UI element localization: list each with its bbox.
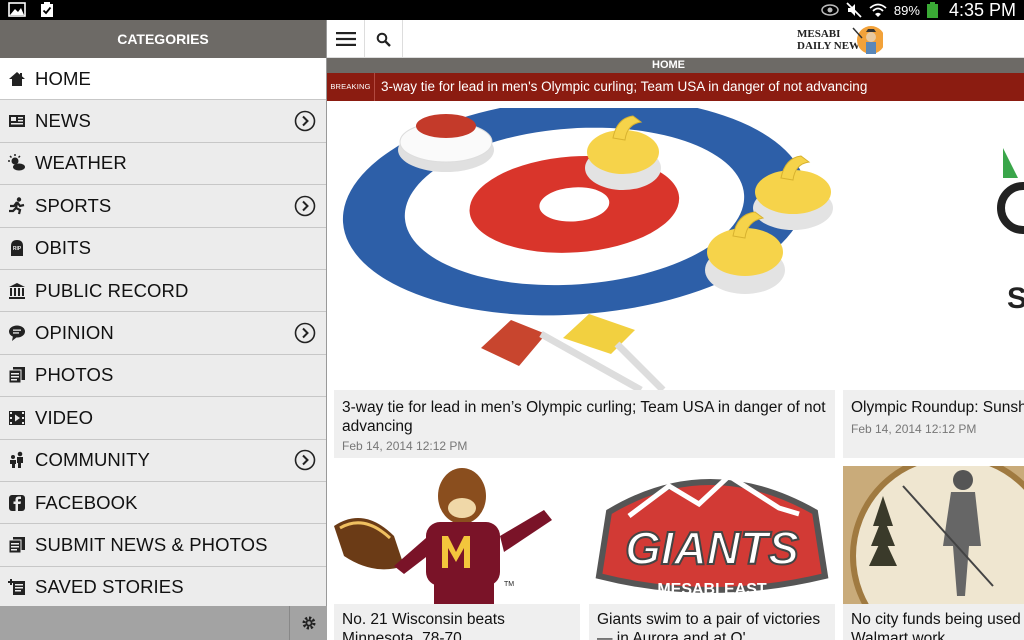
community-icon (10, 451, 23, 469)
hamburger-icon (335, 32, 356, 46)
story-thumbnail-giants[interactable]: GIANTS MESABI EAST (589, 466, 835, 604)
menu-item-facebook[interactable]: FACEBOOK (0, 481, 326, 525)
eye-icon (821, 4, 839, 16)
menu-item-weather[interactable]: WEATHER (0, 142, 326, 186)
chevron-right-circle-icon[interactable] (294, 110, 316, 132)
menu-button[interactable] (327, 20, 365, 58)
settings-button[interactable] (289, 606, 327, 640)
battery-icon (926, 2, 938, 18)
search-icon (376, 32, 391, 47)
menu-item-community[interactable]: COMMUNITY (0, 439, 326, 482)
speech-bubble-icon (9, 325, 25, 342)
search-button[interactable] (365, 20, 403, 58)
story-card-walmart[interactable]: No city funds being used Walmart work (843, 604, 1024, 640)
menu-label: NEWS (35, 110, 91, 132)
main-content: MESABI DAILY NEWS HOME BREAKING 3-way ti… (327, 20, 1024, 640)
story-card-giants[interactable]: Giants swim to a pair of victories — in … (589, 604, 835, 640)
battery-percent: 89% (893, 2, 920, 18)
menu-label: OBITS (35, 237, 92, 259)
menu-item-opinion[interactable]: OPINION (0, 312, 326, 355)
curling-illustration (341, 108, 835, 390)
mute-icon (846, 2, 862, 18)
story-headline[interactable]: Giants swim to a pair of victories — in … (597, 610, 827, 640)
menu-label: SUBMIT NEWS & PHOTOS (35, 533, 268, 555)
breaking-label: BREAKING (327, 73, 375, 101)
menu-label: SAVED STORIES (35, 576, 184, 598)
chevron-right-circle-icon[interactable] (294, 449, 316, 471)
menu-item-public-record[interactable]: PUBLIC RECORD (0, 269, 326, 313)
navigation-drawer: CATEGORIES HOME NEWS WEATHER SPORTS RIP … (0, 20, 327, 640)
svg-text:MESABI EAST: MESABI EAST (657, 581, 767, 598)
weather-icon (8, 154, 25, 171)
menu-label: PUBLIC RECORD (35, 279, 189, 301)
breaking-news-bar[interactable]: BREAKING 3-way tie for lead in men's Oly… (327, 73, 1024, 101)
svg-text:RIP: RIP (13, 246, 22, 252)
olympic-graphic: S (993, 108, 1024, 390)
clipboard-check-icon (41, 2, 53, 17)
story-date: Feb 14, 2014 12:12 PM (342, 439, 468, 453)
menu-label: VIDEO (35, 406, 94, 428)
newspaper-icon (9, 115, 25, 128)
wifi-icon (869, 3, 887, 17)
category-menu: HOME NEWS WEATHER SPORTS RIP OBITS PUBLI… (0, 58, 326, 610)
submit-icon (8, 536, 25, 554)
menu-item-video[interactable]: VIDEO (0, 397, 326, 440)
historic-drawing-image (843, 466, 1024, 604)
menu-item-saved-stories[interactable]: SAVED STORIES (0, 566, 326, 610)
video-icon (9, 410, 25, 425)
chevron-right-circle-icon[interactable] (294, 322, 316, 344)
menu-item-submit-news-photos[interactable]: SUBMIT NEWS & PHOTOS (0, 524, 326, 567)
svg-text:S: S (1007, 282, 1024, 315)
gear-icon (302, 616, 315, 630)
menu-item-news[interactable]: NEWS (0, 100, 326, 143)
gallery-icon (8, 2, 26, 17)
menu-item-home[interactable]: HOME (0, 58, 326, 101)
menu-label: SPORTS (35, 194, 112, 216)
gopher-mascot-image: TM (334, 466, 580, 604)
second-story-image[interactable]: S (993, 108, 1024, 390)
second-story-card[interactable]: Olympic Roundup: Sunsh Feb 14, 2014 12:1… (843, 390, 1024, 458)
menu-item-obits[interactable]: RIP OBITS (0, 227, 326, 270)
drawer-footer (0, 606, 327, 640)
menu-label: PHOTOS (35, 364, 114, 386)
giants-logo-image: GIANTS MESABI EAST (589, 466, 835, 604)
building-icon (9, 282, 25, 299)
story-thumbnail-walmart[interactable] (843, 466, 1024, 604)
menu-label: OPINION (35, 322, 114, 344)
app-top-bar: MESABI DAILY NEWS (327, 20, 1024, 58)
svg-text:GIANTS: GIANTS (625, 522, 799, 574)
lead-story-card[interactable]: 3-way tie for lead in men’s Olympic curl… (334, 390, 835, 458)
photos-icon (8, 367, 25, 384)
masthead-logo[interactable]: MESABI DAILY NEWS (797, 24, 889, 56)
story-thumbnail-gopher[interactable]: TM (334, 466, 580, 604)
saved-icon (8, 579, 25, 596)
facebook-icon (9, 494, 25, 511)
menu-label: FACEBOOK (35, 491, 138, 513)
menu-item-sports[interactable]: SPORTS (0, 185, 326, 228)
chevron-right-circle-icon[interactable] (294, 195, 316, 217)
story-headline[interactable]: 3-way tie for lead in men’s Olympic curl… (342, 398, 827, 436)
tombstone-icon: RIP (11, 240, 23, 257)
svg-text:TM: TM (504, 581, 514, 588)
miner-logo-icon (852, 26, 883, 54)
story-card-wisconsin[interactable]: No. 21 Wisconsin beats Minnesota, 78-70 (334, 604, 580, 640)
story-headline[interactable]: No city funds being used Walmart work (851, 610, 1024, 640)
story-headline[interactable]: No. 21 Wisconsin beats Minnesota, 78-70 (342, 610, 572, 640)
story-headline[interactable]: Olympic Roundup: Sunsh (851, 398, 1024, 417)
breaking-headline[interactable]: 3-way tie for lead in men's Olympic curl… (381, 73, 867, 101)
runner-icon (9, 197, 25, 215)
menu-label: HOME (35, 67, 91, 89)
clock: 4:35 PM (948, 0, 1016, 20)
menu-item-photos[interactable]: PHOTOS (0, 354, 326, 398)
story-date: Feb 14, 2014 12:12 PM (851, 422, 977, 436)
drawer-header: CATEGORIES (0, 20, 326, 58)
menu-label: COMMUNITY (35, 449, 150, 471)
section-bar: HOME (327, 58, 1024, 73)
lead-story-image[interactable] (341, 108, 835, 390)
home-icon (9, 71, 25, 86)
status-bar: 89% 4:35 PM (0, 0, 1024, 20)
menu-label: WEATHER (35, 152, 127, 174)
